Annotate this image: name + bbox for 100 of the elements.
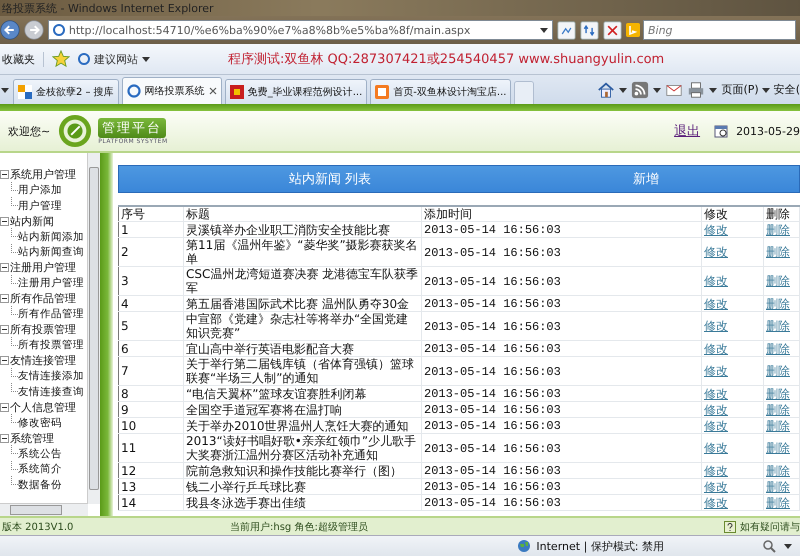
tree-item[interactable]: 个人信息管理: [10, 400, 76, 415]
table-cell: 8: [121, 386, 129, 400]
table-cell: 3: [121, 274, 129, 288]
table-cell: 关于举行第二届钱库镇（省体育强镇）篮球联赛“半场三人制”的通知: [186, 357, 414, 385]
tree-item[interactable]: 注册用户管理: [18, 276, 84, 290]
column-header: 添加时间: [424, 207, 472, 221]
table-cell: 宜山高中举行英语电影配音大赛: [186, 342, 354, 356]
suggested-sites-button[interactable]: 建议网站: [78, 52, 150, 66]
star-icon[interactable]: [52, 50, 70, 68]
tree-item[interactable]: 数据备份: [18, 478, 62, 492]
table-cell: 4: [121, 296, 129, 310]
table-cell: 5: [121, 319, 129, 333]
browser-tab[interactable]: 首页-双鱼林设计淘宝店...: [370, 79, 512, 104]
table-cell: 我县冬泳选手赛出佳绩: [186, 496, 306, 510]
tree-item[interactable]: 用户添加: [18, 183, 62, 198]
collapse-icon[interactable]: [0, 263, 9, 272]
dropdown-icon[interactable]: [653, 86, 662, 94]
tree-item[interactable]: 注册用户管理: [10, 260, 76, 276]
collapse-icon[interactable]: [0, 325, 9, 334]
close-icon[interactable]: [602, 20, 622, 40]
forward-button[interactable]: [24, 19, 44, 41]
address-field[interactable]: http://localhost:54710/%e6%ba%90%e7%a8%8b%e5%ba%8f/main.aspx: [48, 20, 553, 40]
dropdown-icon[interactable]: [619, 86, 628, 94]
page-icon: [126, 84, 141, 98]
feed-icon[interactable]: [631, 80, 650, 98]
tab-logo-icon: [230, 85, 244, 99]
scrollbar[interactable]: [0, 503, 88, 516]
tree-item[interactable]: 友情连接查询: [18, 384, 84, 399]
table-cell: CSC温州龙湾短道赛决赛 龙港德宝车队获季军: [186, 267, 418, 295]
tree-item[interactable]: 所有投票管理: [18, 338, 84, 352]
edit-link[interactable]: 修改: [704, 274, 728, 288]
safety-menu[interactable]: 安全(: [774, 82, 800, 97]
tree-item[interactable]: 用户管理: [18, 198, 62, 213]
refresh-icon[interactable]: [580, 20, 599, 40]
favorites-menu[interactable]: 收藏夹: [0, 52, 44, 66]
table-cell: 第五届香港国际武术比赛 温州队勇夺30金: [186, 296, 410, 310]
search-field[interactable]: Bing: [642, 20, 796, 40]
table-cell: 9: [121, 402, 129, 416]
back-button[interactable]: [0, 19, 20, 41]
table-cell: 2013-05-14 16:56:03: [424, 496, 561, 510]
collapse-icon[interactable]: [0, 170, 9, 180]
dropdown-icon[interactable]: [784, 542, 792, 550]
tree-item[interactable]: 友情连接管理: [10, 353, 76, 368]
collapse-icon[interactable]: [0, 434, 9, 443]
table-cell: 10: [121, 418, 136, 432]
table-cell: “电信天翼杯”篮球友谊赛胜利闭幕: [186, 386, 366, 400]
table-cell: 灵溪镇举办企业职工消防安全技能比赛: [186, 222, 390, 236]
table-cell: 钱二小举行乒乓球比赛: [186, 480, 306, 494]
table-cell: 第11届《温州年鉴》“菱华奖”摄影赛获奖名单: [186, 238, 418, 266]
collapse-icon[interactable]: [0, 216, 9, 226]
dropdown-icon: [142, 55, 150, 63]
table-cell: 2013-05-14 16:56:03: [424, 419, 561, 433]
tree-item[interactable]: 修改密码: [18, 416, 62, 430]
browser-tab[interactable]: 免费_毕业课程范例设计...: [224, 79, 368, 104]
collapse-icon[interactable]: [0, 402, 9, 412]
edit-link[interactable]: 修改: [704, 364, 728, 378]
dropdown-icon[interactable]: [540, 26, 548, 34]
collapse-icon[interactable]: [0, 356, 9, 366]
tree-item[interactable]: 所有作品管理: [10, 291, 76, 306]
close-icon[interactable]: [208, 87, 217, 95]
panel-title: 站内新闻 列表: [289, 171, 372, 188]
tree-item[interactable]: 系统用户管理: [10, 167, 76, 182]
printer-icon[interactable]: [687, 80, 706, 98]
logo-title: 管理平台: [98, 118, 166, 138]
edit-link[interactable]: 修改: [704, 441, 728, 455]
help-text: 如有疑问请与: [740, 520, 800, 534]
edit-link[interactable]: 修改: [704, 245, 728, 259]
browser-tab[interactable]: 网络投票系统: [122, 77, 222, 104]
tree-item[interactable]: 站内新闻: [10, 214, 54, 229]
table-cell: 2013-05-14 16:56:03: [424, 274, 561, 288]
tree-item[interactable]: 系统管理: [10, 430, 54, 446]
banner-text: 程序测试:双鱼林 QQ:287307421或254540457 www.shuangyulin.com: [228, 51, 664, 68]
zoom-icon[interactable]: [762, 539, 776, 553]
table-cell: 2013-05-14 16:56:03: [424, 246, 561, 260]
column-header: 删除: [766, 207, 790, 221]
search-engine-icon[interactable]: [626, 23, 640, 37]
collapse-icon[interactable]: [0, 294, 9, 304]
tree-item[interactable]: 系统公告: [18, 446, 62, 461]
logout-link[interactable]: 退出: [674, 122, 700, 140]
page-icon: [52, 24, 65, 36]
table-cell: 7: [121, 364, 129, 378]
tree-item[interactable]: 站内新闻添加: [18, 230, 84, 244]
welcome-text: 欢迎您~: [7, 124, 52, 138]
edit-link[interactable]: 修改: [704, 319, 728, 333]
tree-item[interactable]: 友情连接添加: [18, 369, 84, 384]
tree-item[interactable]: 所有作品管理: [18, 307, 84, 322]
compatibility-icon[interactable]: [556, 20, 576, 40]
column-header: 标题: [186, 207, 210, 221]
tree-item[interactable]: 站内新闻查询: [18, 245, 84, 260]
dropdown-icon[interactable]: [1, 86, 9, 94]
browser-tab[interactable]: 金枝欲孽2 – 搜库: [13, 79, 119, 104]
page-menu[interactable]: 页面(P): [721, 82, 770, 97]
home-icon[interactable]: [597, 80, 616, 98]
table-cell: 11: [121, 441, 136, 455]
scrollbar[interactable]: [87, 153, 100, 504]
dropdown-icon[interactable]: [709, 86, 718, 94]
tree-item[interactable]: 所有投票管理: [10, 322, 76, 338]
table-cell: 2013-05-14 16:56:03: [424, 442, 561, 456]
table-cell: 2013-05-14 16:56:03: [424, 387, 561, 401]
tree-item[interactable]: 系统简介: [18, 462, 62, 476]
